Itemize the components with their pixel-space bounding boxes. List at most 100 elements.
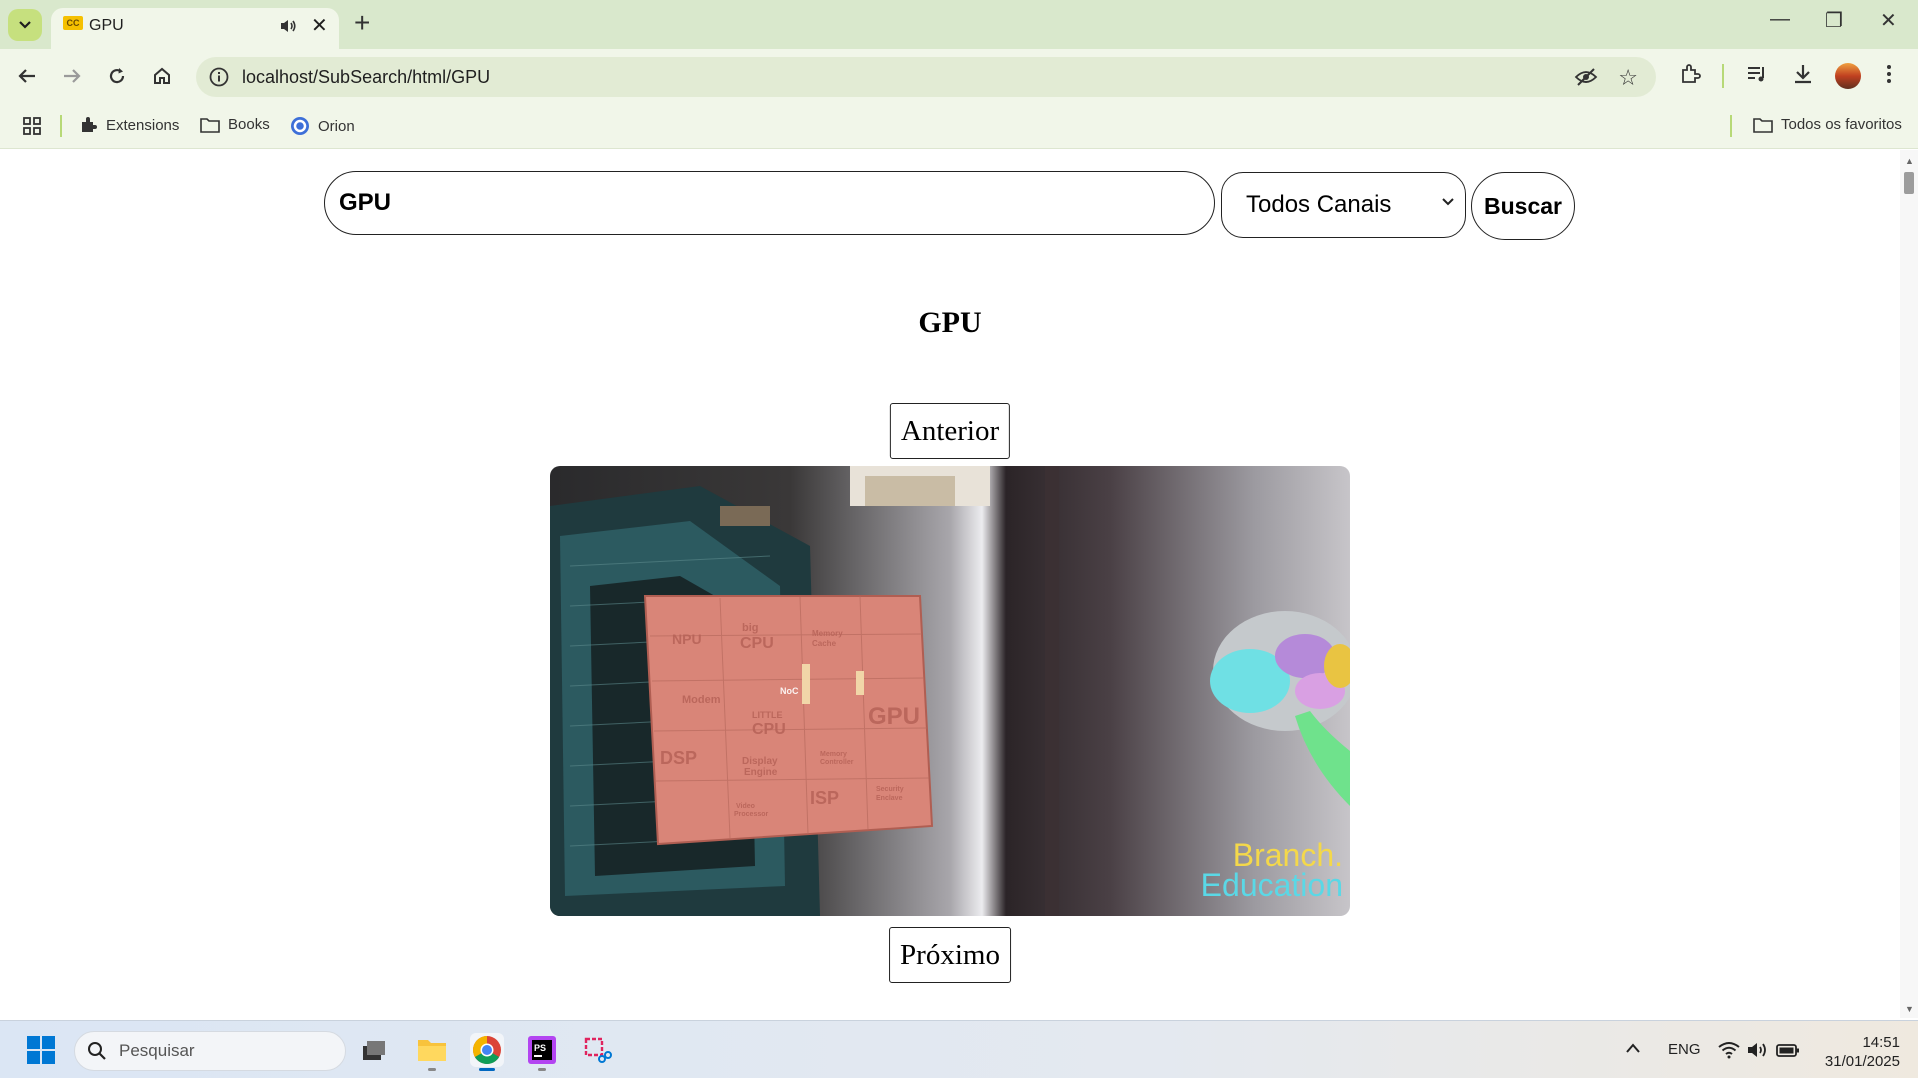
toolbar-divider (1722, 64, 1724, 88)
chip-label-video: Video (736, 803, 755, 810)
chip-label-processor: Processor (734, 811, 769, 818)
search-icon (88, 1042, 106, 1060)
chip-label-memory-controller-2: Controller (820, 759, 854, 766)
reload-icon[interactable] (102, 61, 132, 91)
app-active-indicator (479, 1068, 495, 1071)
new-tab-button[interactable]: + (354, 8, 370, 38)
media-controls-icon[interactable] (1745, 62, 1769, 91)
home-icon[interactable] (147, 61, 177, 91)
windows-taskbar: Pesquisar PS ENG 14:51 31/01/2025 (0, 1020, 1918, 1078)
chip-label-isp: ISP (810, 788, 839, 808)
scroll-up-icon[interactable]: ▲ (1905, 156, 1914, 166)
chip-label-security: Security (876, 786, 904, 793)
bookmarks-divider (1730, 115, 1732, 137)
chip-label-dsp: DSP (660, 748, 697, 768)
close-window-icon[interactable]: ✕ (1880, 8, 1897, 33)
bookmarks-divider (60, 115, 62, 137)
bookmark-extensions[interactable]: Extensions (80, 116, 179, 134)
video-player[interactable]: NPU big CPU Memory Cache NoC Modem LITTL… (550, 466, 1350, 916)
bookmark-star-icon[interactable]: ☆ (1618, 65, 1638, 91)
chip-label-gpu: GPU (868, 703, 920, 730)
language-indicator[interactable]: ENG (1668, 1041, 1701, 1058)
page-title: GPU (918, 306, 982, 339)
bookmark-label: Todos os favoritos (1781, 116, 1902, 133)
previous-button[interactable]: Anterior (889, 403, 1011, 459)
chrome-taskbar-icon[interactable] (470, 1033, 504, 1071)
apps-grid-icon[interactable] (22, 116, 42, 136)
watermark-line-2: Education (1201, 867, 1343, 903)
address-bar[interactable]: localhost/SubSearch/html/GPU ☆ (196, 57, 1656, 97)
tab-search-button[interactable] (8, 9, 42, 41)
wifi-icon[interactable] (1718, 1041, 1740, 1063)
search-input[interactable]: GPU (324, 171, 1215, 235)
page-scrollbar[interactable]: ▲ ▼ (1900, 150, 1918, 1018)
site-info-icon[interactable] (208, 66, 230, 93)
extensions-puzzle-icon[interactable] (1679, 62, 1703, 91)
chip-label-little-cpu: CPU (752, 721, 786, 738)
next-button[interactable]: Próximo (889, 927, 1011, 983)
chip-label-little: LITTLE (752, 710, 783, 720)
windows-start-icon[interactable] (26, 1035, 56, 1065)
page-content: GPU Todos Canais Buscar GPU Anterior NPU… (0, 150, 1900, 1018)
orion-icon (291, 117, 309, 135)
video-frame-illustration: NPU big CPU Memory Cache NoC Modem LITTL… (550, 466, 1350, 916)
bookmark-books[interactable]: Books (200, 116, 270, 133)
channel-select[interactable]: Todos Canais (1221, 172, 1466, 238)
profile-avatar[interactable] (1835, 63, 1861, 89)
chip-label-npu: NPU (672, 631, 702, 647)
chip-label-big: big (742, 622, 759, 634)
snipping-tool-icon[interactable] (580, 1033, 614, 1067)
close-tab-icon[interactable]: ✕ (311, 16, 328, 36)
folder-icon (200, 117, 220, 133)
search-button[interactable]: Buscar (1471, 172, 1575, 240)
tab-title: GPU (89, 17, 124, 34)
tab-favicon: CC (63, 16, 83, 30)
search-input-value: GPU (339, 189, 392, 216)
menu-kebab-icon[interactable] (1885, 62, 1893, 91)
volume-icon[interactable] (1746, 1041, 1768, 1063)
app-running-indicator (428, 1068, 436, 1071)
minimize-icon[interactable]: — (1770, 8, 1790, 31)
bookmark-label: Extensions (106, 116, 180, 134)
forward-icon[interactable] (57, 61, 87, 91)
scrollbar-thumb[interactable] (1904, 172, 1914, 194)
chip-label-memory-controller-1: Memory (820, 751, 847, 758)
chip-label-memory: Memory (812, 629, 843, 638)
chip-label-display: Display (742, 756, 778, 767)
browser-toolbar: localhost/SubSearch/html/GPU ☆ (0, 49, 1918, 103)
battery-icon[interactable] (1776, 1041, 1800, 1063)
tray-overflow-chevron-icon[interactable] (1625, 1041, 1641, 1058)
chip-label-enclave: Enclave (876, 795, 903, 802)
chip-label-modem: Modem (682, 694, 721, 706)
bookmark-orion[interactable]: Orion (290, 116, 355, 136)
taskbar-search[interactable]: Pesquisar (74, 1031, 346, 1071)
speaker-icon[interactable] (279, 18, 297, 39)
bookmark-label: Books (228, 116, 270, 133)
eye-off-icon[interactable] (1574, 67, 1598, 92)
scroll-down-icon[interactable]: ▼ (1905, 1004, 1914, 1014)
puzzle-icon (82, 117, 97, 132)
clock-time: 14:51 (1862, 1034, 1900, 1051)
chip-label-big-cpu: CPU (740, 635, 774, 652)
taskbar-clock[interactable]: 14:51 31/01/2025 (1808, 1033, 1900, 1071)
download-icon[interactable] (1791, 62, 1815, 91)
chip-label-noc: NoC (780, 686, 799, 696)
svg-text:PS: PS (534, 1043, 546, 1053)
file-explorer-icon[interactable] (415, 1033, 449, 1071)
app-running-indicator (538, 1068, 546, 1071)
bookmark-label: Orion (318, 117, 355, 135)
clock-date: 31/01/2025 (1824, 1053, 1900, 1070)
all-bookmarks-folder[interactable]: Todos os favoritos (1753, 116, 1902, 133)
brain-illustration (1210, 611, 1350, 806)
phpstorm-icon[interactable]: PS (525, 1033, 559, 1071)
back-icon[interactable] (12, 61, 42, 91)
url-text: localhost/SubSearch/html/GPU (242, 67, 491, 87)
folder-icon (1753, 117, 1773, 133)
browser-tab[interactable]: CC GPU ✕ (51, 8, 339, 49)
chevron-down-icon (1442, 198, 1454, 206)
chevron-down-icon (19, 21, 31, 29)
chip-label-engine: Engine (744, 767, 778, 778)
channel-select-value: Todos Canais (1246, 191, 1392, 218)
restore-icon[interactable]: ❐ (1825, 8, 1843, 33)
task-view-icon[interactable] (357, 1033, 391, 1067)
